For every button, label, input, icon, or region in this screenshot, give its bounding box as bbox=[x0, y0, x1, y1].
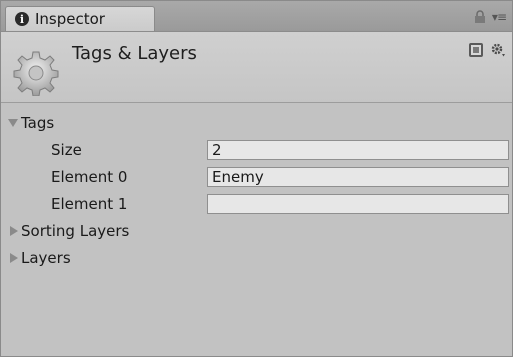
lock-icon[interactable] bbox=[474, 10, 486, 24]
tab-strip-controls: ▾≡ bbox=[474, 10, 507, 24]
collapsed-arrow-icon bbox=[10, 226, 18, 236]
info-icon: i bbox=[15, 12, 29, 26]
sorting-layers-label: Sorting Layers bbox=[21, 222, 130, 240]
header-title: Tags & Layers bbox=[72, 43, 197, 64]
tab-inspector-label: Inspector bbox=[35, 10, 105, 28]
inspector-header: Tags & Layers bbox=[1, 32, 512, 103]
expanded-arrow-icon bbox=[8, 119, 18, 127]
help-book-icon[interactable] bbox=[468, 42, 484, 58]
sorting-layers-foldout[interactable]: Sorting Layers bbox=[1, 219, 512, 243]
size-field[interactable]: 2 bbox=[207, 140, 509, 160]
gear-menu-icon[interactable] bbox=[490, 42, 506, 58]
tab-strip: i Inspector ▾≡ bbox=[1, 1, 512, 32]
inspector-body: Tags Size 2 Element 0 Enemy Element 1 So… bbox=[1, 103, 512, 356]
element-1-row: Element 1 bbox=[1, 192, 512, 216]
size-row: Size 2 bbox=[1, 138, 512, 162]
element-0-field[interactable]: Enemy bbox=[207, 167, 509, 187]
tab-inspector[interactable]: i Inspector bbox=[5, 6, 155, 31]
inspector-window: i Inspector ▾≡ Tags & Layers Tags Size 2… bbox=[0, 0, 513, 357]
collapsed-arrow-icon bbox=[10, 253, 18, 263]
menu-icon[interactable]: ▾≡ bbox=[492, 10, 507, 24]
element-1-field[interactable] bbox=[207, 194, 509, 214]
tags-foldout[interactable]: Tags bbox=[1, 111, 512, 135]
element-1-label: Element 1 bbox=[51, 195, 128, 213]
layers-foldout[interactable]: Layers bbox=[1, 246, 512, 270]
element-0-label: Element 0 bbox=[51, 168, 128, 186]
header-controls bbox=[468, 42, 506, 58]
settings-gear-icon bbox=[13, 51, 59, 96]
layers-label: Layers bbox=[21, 249, 71, 267]
tags-label: Tags bbox=[21, 114, 55, 132]
element-0-row: Element 0 Enemy bbox=[1, 165, 512, 189]
size-label: Size bbox=[51, 141, 82, 159]
